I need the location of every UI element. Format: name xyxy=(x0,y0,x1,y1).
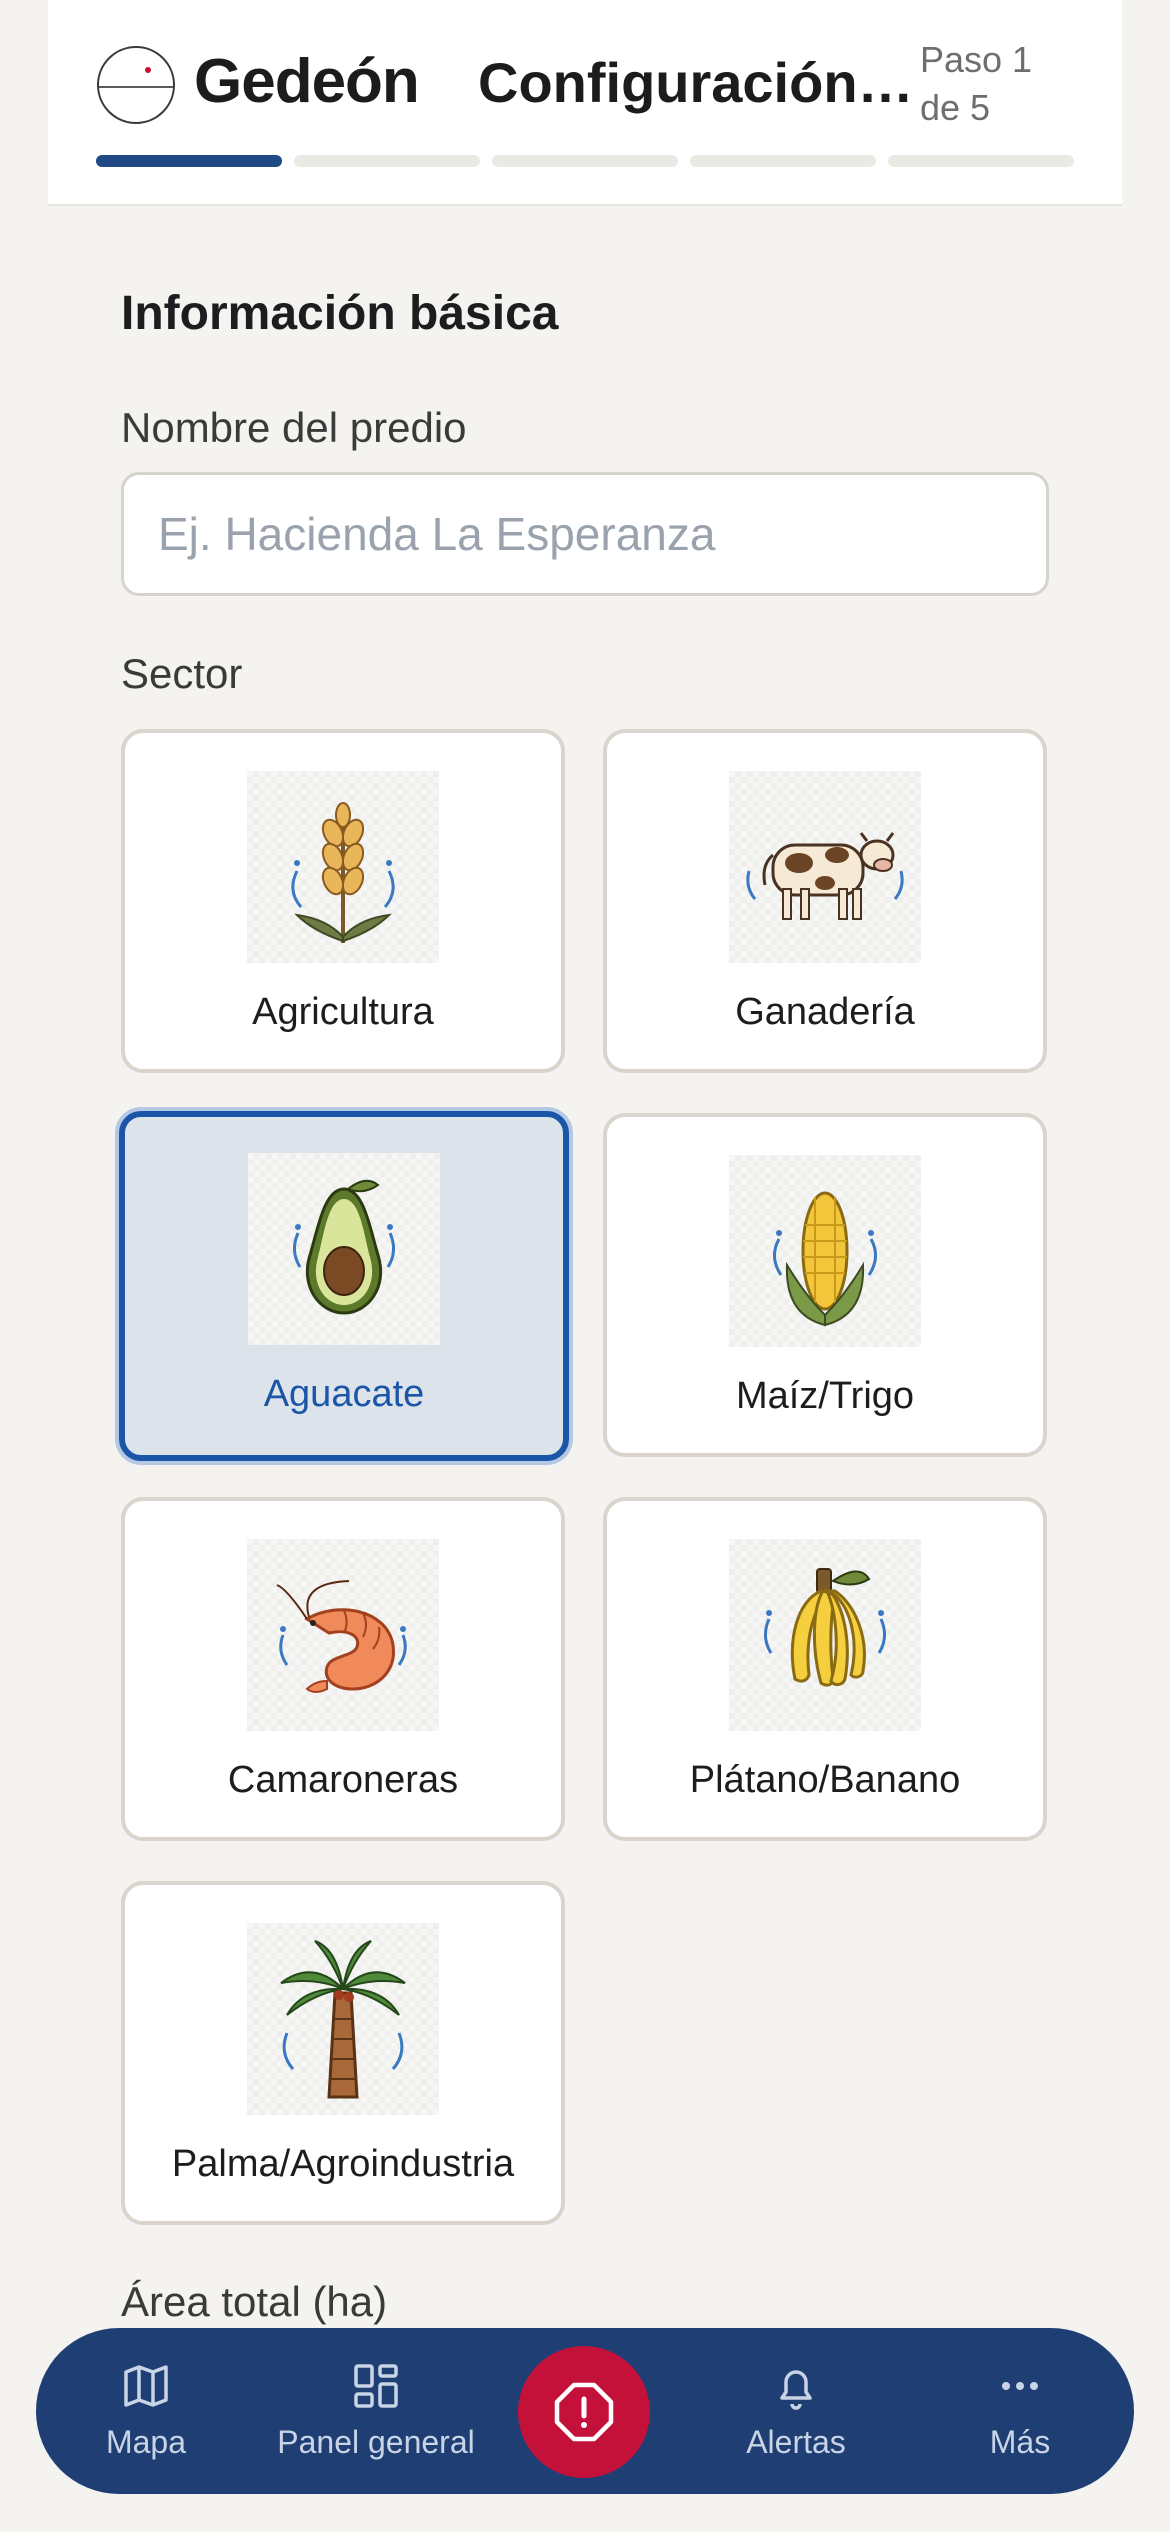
nav-map[interactable]: Mapa xyxy=(36,2358,256,2461)
dashboard-icon xyxy=(354,2364,398,2408)
nav-alerts[interactable]: Alertas xyxy=(686,2358,906,2461)
progress-segment-3 xyxy=(492,155,678,167)
sector-card-platano-banano[interactable]: Plátano/Banano xyxy=(603,1497,1047,1841)
shrimp-icon xyxy=(247,1539,439,1731)
emergency-button[interactable] xyxy=(518,2346,650,2478)
area-label: Área total (ha) xyxy=(121,2278,388,2325)
progress-segment-1 xyxy=(96,155,282,167)
sector-card-agricultura[interactable]: Agricultura xyxy=(121,729,565,1073)
sector-label-maiz-trigo: Maíz/Trigo xyxy=(735,1375,915,1417)
sector-label: Sector xyxy=(121,650,243,697)
nav-more-label: Más xyxy=(989,2424,1051,2460)
step-progress-bar xyxy=(96,155,1074,167)
sector-label-agricultura: Agricultura xyxy=(252,991,434,1033)
avocado-icon xyxy=(248,1153,440,1345)
nav-alerts-label: Alertas xyxy=(746,2424,846,2460)
step-title: Configuración… xyxy=(478,51,914,114)
top-header: Gedeón Configuración… Paso 1 de 5 xyxy=(48,0,1122,206)
nav-dashboard-label: Panel general xyxy=(277,2424,475,2460)
nav-more[interactable]: Más xyxy=(910,2358,1130,2461)
bell-icon xyxy=(780,2370,812,2410)
alert-icon xyxy=(554,2382,614,2442)
farm-name-input[interactable] xyxy=(121,472,1049,596)
nav-dashboard[interactable]: Panel general xyxy=(266,2358,486,2461)
sector-label-palma-agroindustria: Palma/Agroindustria xyxy=(171,2143,515,2185)
logo-icon xyxy=(97,46,175,124)
sector-label-aguacate: Aguacate xyxy=(263,1373,425,1415)
progress-segment-5 xyxy=(888,155,1074,167)
progress-segment-2 xyxy=(294,155,480,167)
sector-label-camaroneras: Camaroneras xyxy=(227,1759,459,1801)
onboarding-screen: Gedeón Configuración… Paso 1 de 5 Inform… xyxy=(0,0,1170,2532)
sector-card-camaroneras[interactable]: Camaroneras xyxy=(121,1497,565,1841)
map-icon xyxy=(124,2365,168,2407)
corn-icon xyxy=(729,1155,921,1347)
section-title: Información básica xyxy=(121,287,559,340)
name-label: Nombre del predio xyxy=(121,404,467,451)
palm-tree-icon xyxy=(247,1923,439,2115)
sector-label-ganaderia: Ganadería xyxy=(735,991,915,1033)
cow-icon xyxy=(729,771,921,963)
sector-label-platano-banano: Plátano/Banano xyxy=(689,1759,961,1801)
bottom-navigation: Mapa Panel general Alertas Más xyxy=(36,2328,1134,2494)
sector-card-maiz-trigo[interactable]: Maíz/Trigo xyxy=(603,1113,1047,1457)
more-dots-icon xyxy=(1002,2382,1038,2390)
sector-card-ganaderia[interactable]: Ganadería xyxy=(603,729,1047,1073)
sector-card-palma-agroindustria[interactable]: Palma/Agroindustria xyxy=(121,1881,565,2225)
wheat-icon xyxy=(247,771,439,963)
step-counter: Paso 1 de 5 xyxy=(920,39,1033,128)
nav-map-label: Mapa xyxy=(105,2424,187,2460)
sector-card-aguacate[interactable]: Aguacate xyxy=(119,1111,569,1461)
progress-segment-4 xyxy=(690,155,876,167)
banana-icon xyxy=(729,1539,921,1731)
app-brand: Gedeón xyxy=(194,47,420,116)
